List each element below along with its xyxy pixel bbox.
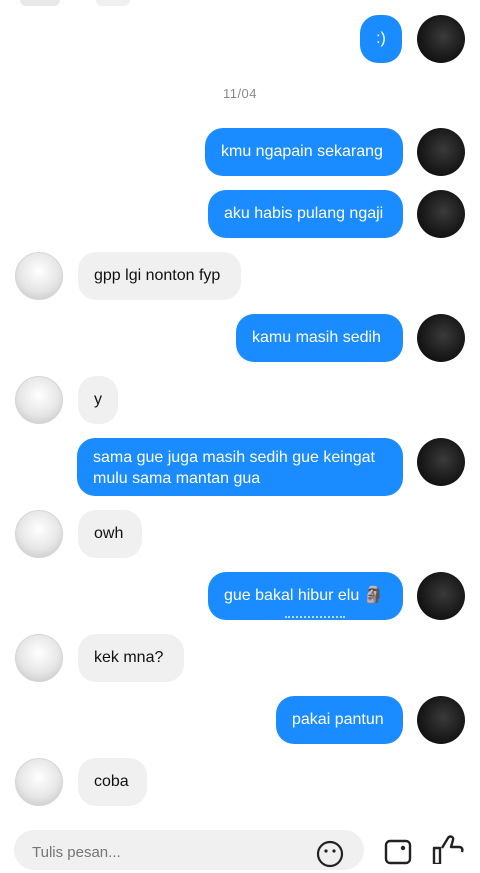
- my-avatar[interactable]: [417, 15, 465, 63]
- message-bubble-outgoing[interactable]: gue bakal hibur elu 🗿: [208, 572, 403, 620]
- previous-message-fragment: [96, 0, 130, 6]
- contact-avatar[interactable]: [15, 510, 63, 558]
- contact-avatar[interactable]: [15, 758, 63, 806]
- message-bubble-outgoing[interactable]: sama gue juga masih sedih gue keingat mu…: [77, 438, 403, 496]
- image-icon[interactable]: [384, 838, 412, 871]
- reply-preview-fragment: [285, 616, 345, 624]
- my-avatar[interactable]: [417, 572, 465, 620]
- message-composer[interactable]: [14, 830, 364, 870]
- contact-avatar[interactable]: [15, 376, 63, 424]
- message-bubble-outgoing[interactable]: kamu masih sedih: [236, 314, 403, 362]
- message-bubble-outgoing[interactable]: kmu ngapain sekarang: [205, 128, 403, 176]
- smiley-icon[interactable]: [316, 840, 344, 873]
- message-bubble-outgoing[interactable]: pakai pantun: [276, 696, 403, 744]
- chat-thread: :) 11/04 kmu ngapain sekarang aku habis …: [0, 0, 480, 852]
- message-bubble-incoming[interactable]: coba: [78, 758, 147, 806]
- previous-message-fragment: [20, 0, 60, 6]
- message-bubble-incoming[interactable]: gpp lgi nonton fyp: [78, 252, 241, 300]
- my-avatar[interactable]: [417, 128, 465, 176]
- my-avatar[interactable]: [417, 696, 465, 744]
- message-bubble-outgoing[interactable]: aku habis pulang ngaji: [208, 190, 403, 238]
- my-avatar[interactable]: [417, 190, 465, 238]
- contact-avatar[interactable]: [15, 634, 63, 682]
- message-input[interactable]: [30, 840, 304, 864]
- my-avatar[interactable]: [417, 438, 465, 486]
- message-bubble-outgoing[interactable]: :): [360, 15, 402, 63]
- message-bubble-incoming[interactable]: y: [78, 376, 118, 424]
- message-bubble-incoming[interactable]: kek mna?: [78, 634, 184, 682]
- date-separator: 11/04: [222, 86, 258, 101]
- contact-avatar[interactable]: [15, 252, 63, 300]
- message-bubble-incoming[interactable]: owh: [78, 510, 142, 558]
- my-avatar[interactable]: [417, 314, 465, 362]
